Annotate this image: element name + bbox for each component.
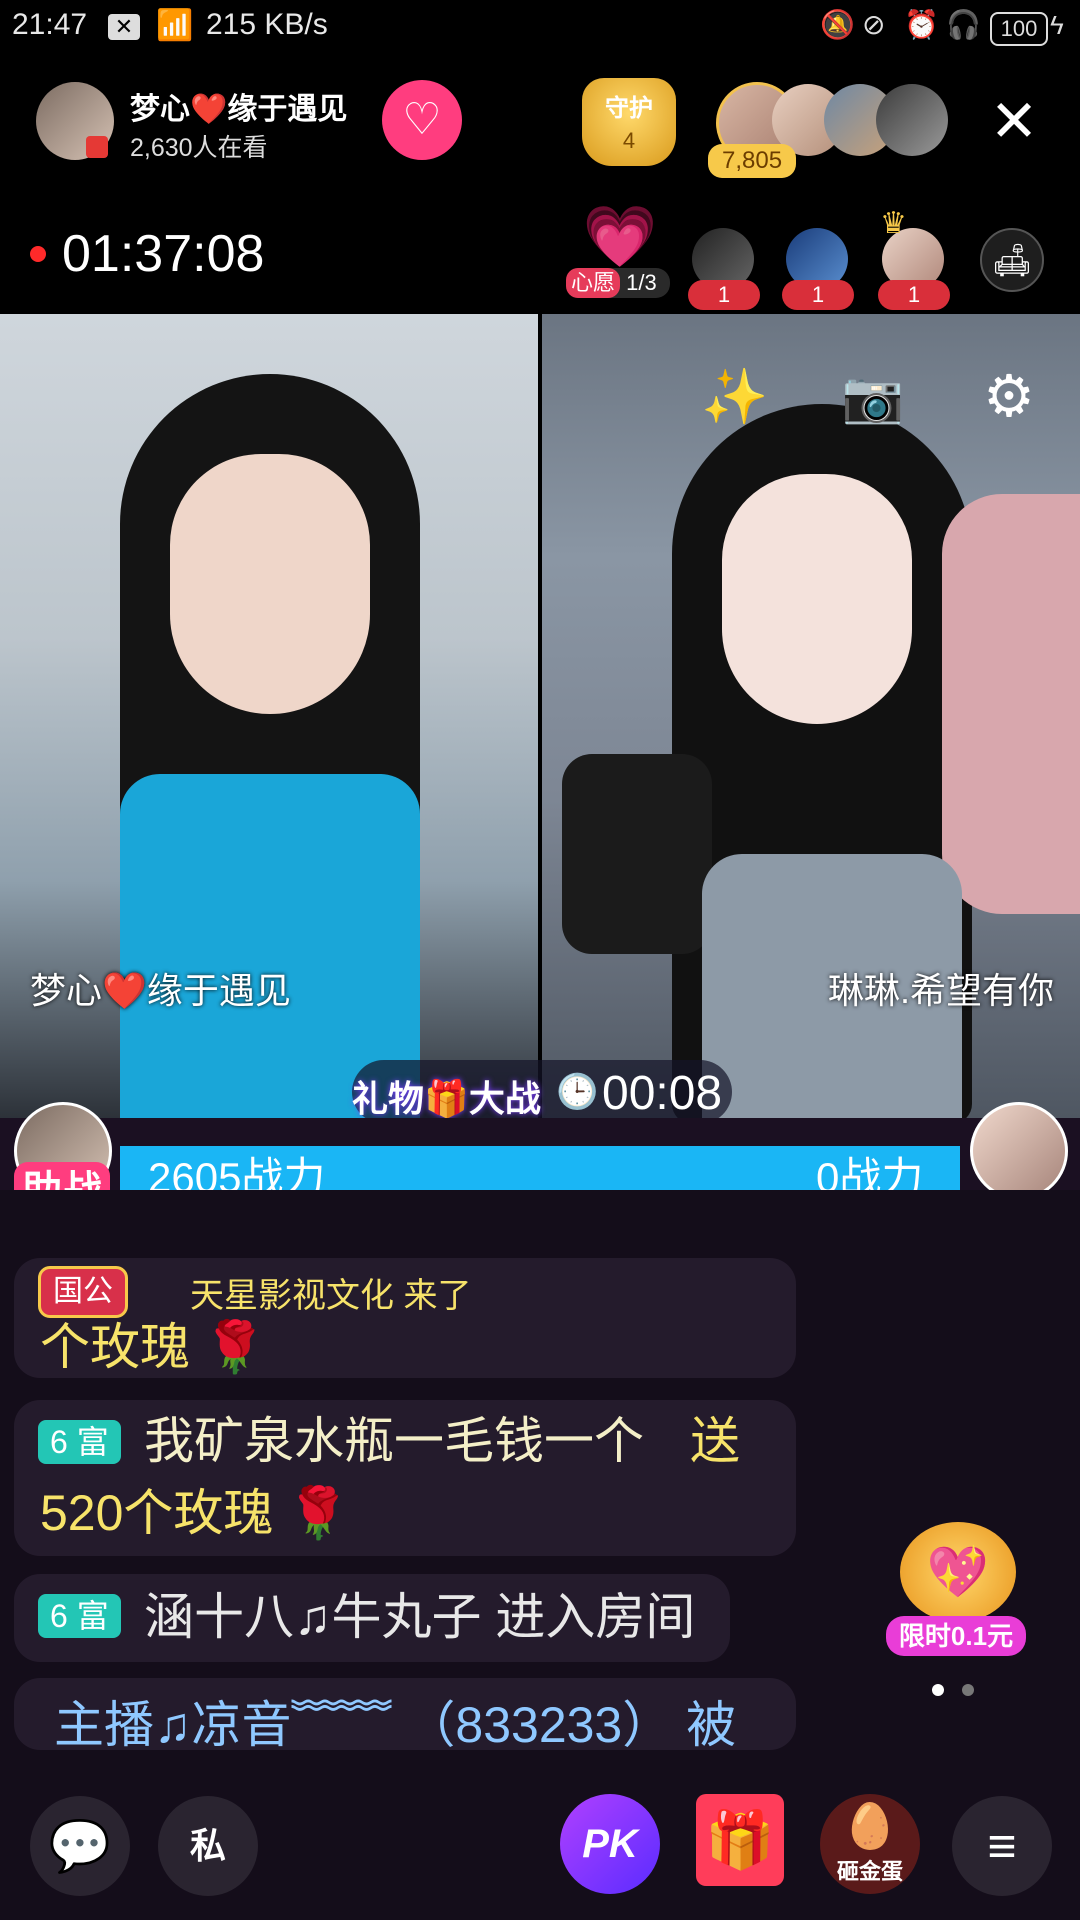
switch-camera-icon[interactable]: 📷 bbox=[838, 362, 908, 432]
chat-sender-2: 我矿泉水瓶一毛钱一个 bbox=[144, 1413, 644, 1469]
chat-message-1[interactable]: 国公 天星影视文化 来了 个玫瑰 🌹 bbox=[14, 1258, 796, 1378]
menu-icon[interactable]: ≡ bbox=[952, 1796, 1052, 1896]
chat-message-4[interactable]: 主播♫凉音﹌﹌ （833233） 被 bbox=[14, 1678, 796, 1750]
private-message-button[interactable]: 私 bbox=[158, 1796, 258, 1896]
coin-count: 7,805 bbox=[708, 144, 797, 178]
alarm-icon: ⏰ bbox=[904, 9, 939, 40]
headphones-icon: 🎧 bbox=[946, 9, 981, 40]
chat-text-3: 涵十八♫牛丸子 进入房间 bbox=[144, 1589, 696, 1645]
guest-video-name: 琳琳.希望有你 bbox=[827, 970, 1054, 1011]
host-face bbox=[170, 454, 370, 714]
host-name[interactable]: 梦心❤️缘于遇见 bbox=[130, 84, 347, 128]
live-header: 梦心❤️缘于遇见 2,630人在看 ♡ 守护 4 7,805 ✕ 01:37:0… bbox=[0, 56, 1080, 314]
pk-video-area: 梦心❤️缘于遇见 ✨ 📷 ⚙ 琳琳.希望有你 礼物🎁大战 🕒 00:08 bbox=[0, 314, 1080, 1124]
chair bbox=[942, 494, 1080, 914]
live-indicator-icon bbox=[86, 136, 108, 158]
golden-egg-button[interactable]: 🥚 砸金蛋 bbox=[820, 1794, 920, 1894]
chat-panel: 国公 天星影视文化 来了 个玫瑰 🌹 6 富 我矿泉水瓶一毛钱一个 送 520个… bbox=[0, 1190, 1080, 1750]
top-viewer-avatar-4[interactable] bbox=[876, 84, 948, 156]
guard-label: 守护 bbox=[605, 95, 653, 122]
entry-announcement: 天星影视文化 来了 bbox=[190, 1277, 472, 1315]
rich-badge: 6 富 bbox=[38, 1594, 121, 1638]
follow-heart-button[interactable]: ♡ bbox=[382, 80, 462, 160]
charging-icon: ϟ bbox=[1050, 10, 1064, 40]
guard-count: 4 bbox=[622, 128, 636, 153]
magic-wand-icon[interactable]: ✨ bbox=[700, 362, 770, 432]
viewer-count: 2,630人在看 bbox=[130, 134, 268, 162]
recording-dot-icon bbox=[30, 246, 46, 262]
status-bar: 21:47 ✕ 📶 215 KB/s 🔕 ⊘ ⏰ 🎧 100 ϟ bbox=[0, 0, 1080, 56]
host-video: 梦心❤️缘于遇见 bbox=[0, 314, 538, 1124]
guest-video: ✨ 📷 ⚙ 琳琳.希望有你 bbox=[542, 314, 1080, 1124]
fan-count-3: 1 bbox=[878, 280, 950, 310]
lock-rotation-icon: ⊘ bbox=[862, 9, 886, 40]
wifi-icon: 📶 bbox=[156, 9, 194, 42]
promo-gift-icon[interactable]: 💖 bbox=[900, 1522, 1016, 1622]
chat-message-3[interactable]: 6 富 涵十八♫牛丸子 进入房间 bbox=[14, 1574, 730, 1662]
pk-label: PK bbox=[582, 1822, 638, 1866]
wish-heart-icon[interactable]: 💗 bbox=[580, 204, 660, 270]
page-dot bbox=[962, 1684, 974, 1696]
net-speed: 215 KB/s bbox=[206, 8, 328, 41]
guard-badge[interactable]: 守护 4 bbox=[582, 78, 676, 166]
clock-icon: 🕒 bbox=[556, 1073, 599, 1111]
sofa-icon[interactable]: 🛋 bbox=[980, 228, 1044, 292]
noble-badge: 国公 bbox=[38, 1266, 128, 1318]
battle-banner: 礼物🎁大战 🕒 00:08 bbox=[352, 1060, 732, 1124]
rich-badge: 6 富 bbox=[38, 1420, 121, 1464]
right-supporter-avatar[interactable] bbox=[970, 1102, 1068, 1200]
battery-icon: 100 bbox=[990, 12, 1048, 46]
close-icon[interactable]: ✕ bbox=[982, 92, 1046, 156]
pk-power-strip: 2605战力 0战力 助战 bbox=[0, 1102, 1080, 1220]
chat-text-2: 520个玫瑰 🌹 bbox=[40, 1485, 350, 1541]
crown-icon: ♛ bbox=[880, 207, 907, 240]
live-timer: 01:37:08 bbox=[62, 225, 265, 283]
wish-label: 心愿 bbox=[566, 268, 621, 298]
promo-label[interactable]: 限时0.1元 bbox=[886, 1616, 1026, 1656]
wish-progress[interactable]: 心愿 1/3 bbox=[566, 268, 670, 298]
wish-progress-value: 1/3 bbox=[626, 270, 657, 295]
guest-face bbox=[722, 474, 912, 724]
chat-action-2: 送 bbox=[690, 1413, 740, 1469]
battle-title: 礼物🎁大战 bbox=[352, 1078, 541, 1119]
chat-text-4: 主播♫凉音﹌﹌ （833233） 被 bbox=[54, 1697, 737, 1750]
page-dot-active bbox=[932, 1684, 944, 1696]
bottom-toolbar: 💬 私 PK 🎁 🥚 砸金蛋 ≡ bbox=[0, 1750, 1080, 1920]
gift-icon[interactable]: 🎁 bbox=[696, 1794, 784, 1886]
pk-button[interactable]: PK bbox=[560, 1794, 660, 1894]
battle-timer: 00:08 bbox=[602, 1067, 723, 1120]
chat-text-1: 个玫瑰 🌹 bbox=[40, 1319, 267, 1375]
settings-icon[interactable]: ⚙ bbox=[974, 362, 1044, 432]
chat-bubble-icon[interactable]: 💬 bbox=[30, 1796, 130, 1896]
mute-icon: 🔕 bbox=[820, 9, 855, 40]
egg-label: 砸金蛋 bbox=[836, 1859, 903, 1884]
notification-icon: ✕ bbox=[108, 14, 140, 40]
fan-count-2: 1 bbox=[782, 280, 854, 310]
golden-egg-icon: 🥚 bbox=[842, 1802, 898, 1851]
status-time: 21:47 bbox=[12, 8, 88, 41]
chat-message-2[interactable]: 6 富 我矿泉水瓶一毛钱一个 送 520个玫瑰 🌹 bbox=[14, 1400, 796, 1556]
host-video-name: 梦心❤️缘于遇见 bbox=[30, 970, 291, 1011]
microphone bbox=[562, 754, 712, 954]
fan-count-1: 1 bbox=[688, 280, 760, 310]
private-label: 私 bbox=[189, 1825, 226, 1866]
